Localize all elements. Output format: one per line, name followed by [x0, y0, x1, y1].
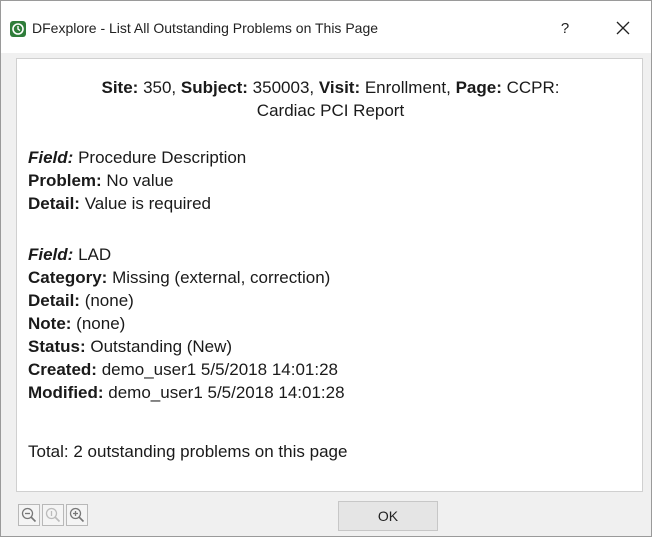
detail-value: Value is required	[79, 194, 212, 213]
title-bar[interactable]: DFexplore - List All Outstanding Problem…	[1, 1, 651, 53]
page-label: Page:	[455, 78, 502, 97]
page-value-line2: Cardiac PCI Report	[256, 101, 405, 120]
help-label: ?	[560, 19, 570, 37]
category-label: Category:	[28, 268, 108, 287]
app-logo-icon	[10, 21, 26, 37]
problems-panel[interactable]: Site: 350, Subject: 350003, Visit: Enrol…	[16, 58, 643, 492]
ok-button[interactable]: OK	[338, 501, 438, 531]
field-value: LAD	[73, 245, 112, 264]
zoom-controls	[18, 504, 88, 526]
field-label: Field:	[28, 245, 74, 264]
dialog-window: DFexplore - List All Outstanding Problem…	[0, 0, 652, 537]
total-summary: Total: 2 outstanding problems on this pa…	[28, 442, 348, 461]
visit-value: Enrollment,	[360, 78, 456, 97]
created-value: demo_user1 5/5/2018 14:01:28	[96, 360, 338, 379]
detail-label: Detail:	[28, 194, 80, 213]
subject-label: Subject:	[180, 78, 248, 97]
problem-entry: Field: LAD Category: Missing (external, …	[28, 243, 345, 404]
close-button[interactable]	[605, 13, 641, 43]
status-value: Outstanding (New)	[85, 337, 233, 356]
modified-label: Modified:	[28, 383, 104, 402]
zoom-out-icon	[21, 507, 37, 523]
page-context-header: Site: 350, Subject: 350003, Visit: Enrol…	[17, 76, 644, 122]
status-label: Status:	[28, 337, 86, 356]
page-value: CCPR:	[501, 78, 560, 97]
detail-label: Detail:	[28, 291, 80, 310]
problem-entry: Field: Procedure Description Problem: No…	[28, 146, 246, 215]
problem-label: Problem:	[28, 171, 102, 190]
help-button[interactable]: ?	[549, 13, 581, 43]
close-icon	[616, 21, 630, 35]
field-value: Procedure Description	[73, 148, 247, 167]
zoom-reset-icon	[45, 507, 61, 523]
subject-value: 350003,	[247, 78, 319, 97]
problem-value: No value	[101, 171, 174, 190]
note-value: (none)	[71, 314, 126, 333]
window-title: DFexplore - List All Outstanding Problem…	[32, 20, 379, 36]
note-label: Note:	[28, 314, 72, 333]
zoom-in-icon	[69, 507, 85, 523]
site-value: 350,	[138, 78, 181, 97]
visit-label: Visit:	[318, 78, 361, 97]
created-label: Created:	[28, 360, 97, 379]
zoom-reset-button[interactable]	[42, 504, 64, 526]
site-label: Site:	[101, 78, 139, 97]
zoom-out-button[interactable]	[18, 504, 40, 526]
detail-value: (none)	[79, 291, 134, 310]
category-value: Missing (external, correction)	[107, 268, 331, 287]
zoom-in-button[interactable]	[66, 504, 88, 526]
modified-value: demo_user1 5/5/2018 14:01:28	[103, 383, 345, 402]
field-label: Field:	[28, 148, 74, 167]
